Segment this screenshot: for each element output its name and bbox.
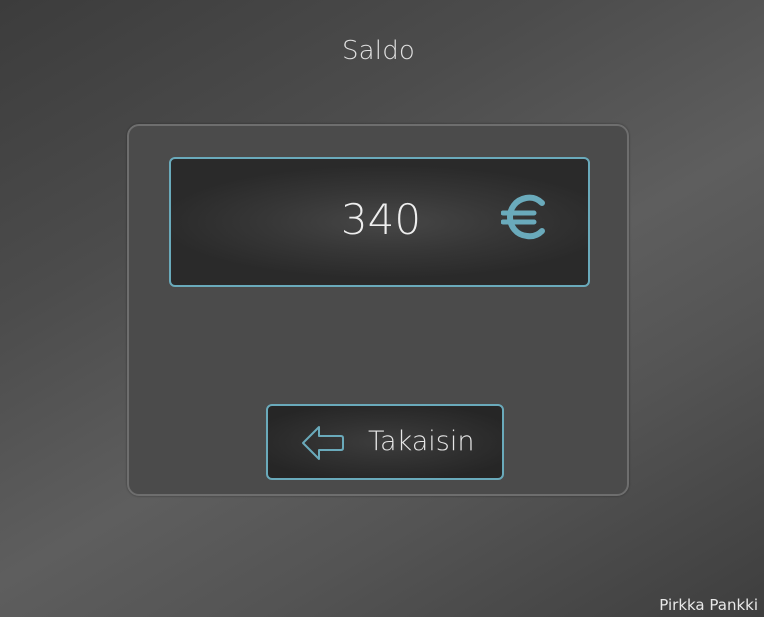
arrow-left-icon — [302, 426, 344, 460]
back-button-label: Takaisin — [368, 426, 475, 457]
back-button[interactable]: Takaisin — [266, 404, 504, 480]
balance-display: 340 — [169, 157, 590, 287]
balance-panel: 340 Takaisin — [127, 124, 629, 496]
euro-icon — [501, 194, 545, 240]
page-title: Saldo — [341, 36, 416, 66]
brand-label: Pirkka Pankki — [659, 596, 758, 614]
